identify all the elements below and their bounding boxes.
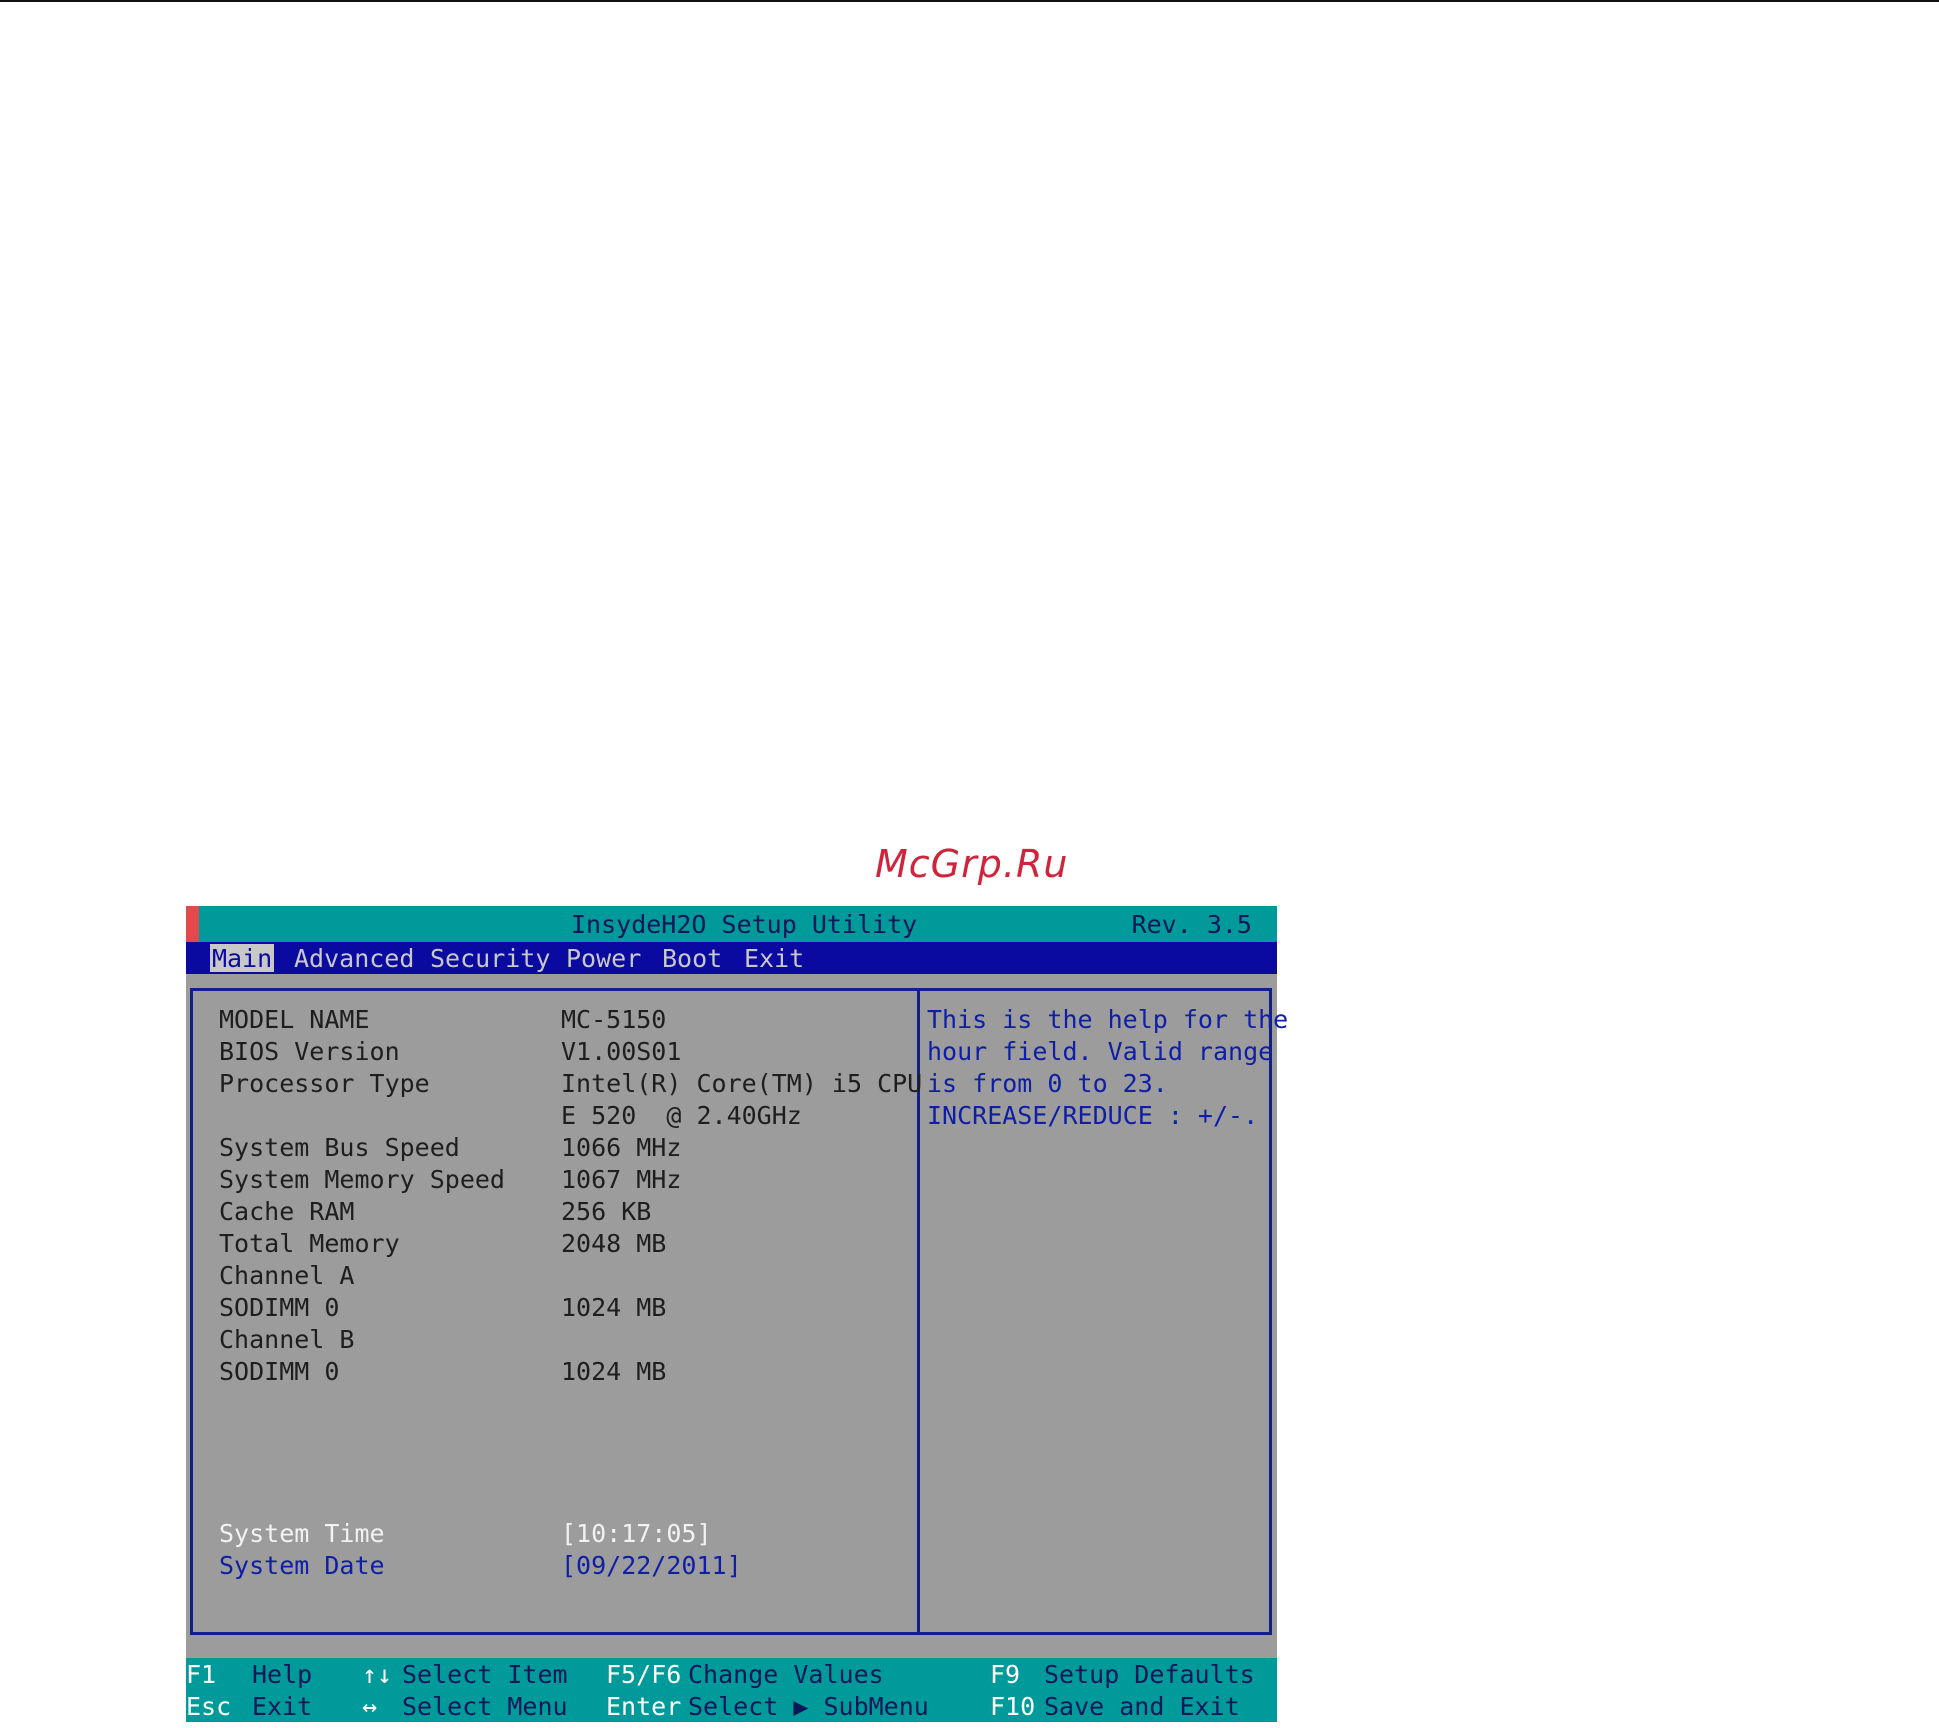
model-name-value: MC-5150 [561, 1005, 667, 1034]
revision-label: Rev. 3.5 [1131, 910, 1252, 939]
setup-defaults-action: Setup Defaults [1044, 1660, 1255, 1689]
cache-ram-label: Cache RAM [219, 1197, 355, 1226]
help-line: INCREASE/REDUCE : +/-. [927, 1101, 1259, 1130]
channel-b-sodimm-value: 1024 MB [561, 1357, 667, 1386]
help-line: hour field. Valid range [927, 1037, 1274, 1066]
channel-a-sodimm-label: SODIMM 0 [219, 1293, 340, 1322]
system-memory-speed-label: System Memory Speed [219, 1165, 505, 1194]
total-memory-value: 2048 MB [561, 1229, 667, 1258]
channel-b-sodimm-label: SODIMM 0 [219, 1357, 340, 1386]
change-values-action: Change Values [688, 1660, 884, 1689]
select-menu-action: Select Menu [402, 1692, 568, 1721]
title-bar-marker [186, 906, 199, 942]
select-submenu-action: Select ▶ SubMenu [688, 1692, 929, 1721]
exit-action: Exit [252, 1692, 313, 1721]
title-bar: InsydeH2O Setup Utility Rev. 3.5 [186, 906, 1277, 942]
system-date-label[interactable]: System Date [219, 1551, 385, 1580]
panel-frame: MODEL NAME MC-5150 BIOS Version V1.00S01… [190, 988, 1288, 1635]
help-line: is from 0 to 23. [927, 1069, 1168, 1098]
processor-type-value-cont: E 520 @ 2.40GHz [561, 1101, 802, 1130]
system-time-field[interactable]: [10:17:05] [561, 1519, 712, 1548]
system-time-label[interactable]: System Time [219, 1519, 385, 1548]
bios-screen: InsydeH2O Setup Utility Rev. 3.5 Main Ad… [186, 906, 1288, 1722]
f1-key: F1 [186, 1660, 217, 1689]
tab-main[interactable]: Main [210, 944, 275, 973]
up-down-arrows-icon: ↑↓ [362, 1660, 393, 1689]
processor-type-label: Processor Type [219, 1069, 430, 1098]
select-item-action: Select Item [402, 1660, 568, 1689]
processor-type-value: Intel(R) Core(TM) i5 CPU [561, 1069, 923, 1098]
system-memory-speed-value: 1067 MHz [561, 1165, 682, 1194]
channel-b-label: Channel B [219, 1325, 355, 1354]
f9-key: F9 [990, 1660, 1021, 1689]
help-line: This is the help for the [927, 1005, 1289, 1034]
save-and-exit-action: Save and Exit [1044, 1692, 1240, 1721]
cache-ram-value: 256 KB [561, 1197, 652, 1226]
system-bus-speed-label: System Bus Speed [219, 1133, 460, 1162]
tab-exit[interactable]: Exit [742, 944, 806, 973]
enter-key: Enter [606, 1692, 682, 1721]
system-bus-speed-value: 1066 MHz [561, 1133, 682, 1162]
tab-power[interactable]: Power [564, 944, 643, 973]
key-help-footer: F1 Help ↑↓ Select Item F5/F6 Change Valu… [186, 1658, 1277, 1722]
tab-boot[interactable]: Boot [660, 944, 724, 973]
esc-key: Esc [186, 1692, 232, 1721]
f5-f6-key: F5/F6 [606, 1660, 682, 1689]
channel-a-sodimm-value: 1024 MB [561, 1293, 667, 1322]
f10-key: F10 [990, 1692, 1036, 1721]
model-name-label: MODEL NAME [219, 1005, 370, 1034]
system-date-field[interactable]: [09/22/2011] [561, 1551, 742, 1580]
bios-version-label: BIOS Version [219, 1037, 400, 1066]
tab-advanced[interactable]: Advanced [292, 944, 416, 973]
menu-bar: Main Advanced Security Power Boot Exit [186, 942, 1277, 974]
setup-utility-title: InsydeH2O Setup Utility [571, 910, 918, 939]
main-panel: MODEL NAME MC-5150 BIOS Version V1.00S01… [186, 974, 1288, 1658]
help-action: Help [252, 1660, 313, 1689]
left-right-arrows-icon: ↔ [362, 1692, 378, 1721]
page-top-rule [0, 0, 1939, 2]
watermark: McGrp.Ru [875, 842, 1069, 886]
tab-security[interactable]: Security [428, 944, 552, 973]
bios-version-value: V1.00S01 [561, 1037, 682, 1066]
total-memory-label: Total Memory [219, 1229, 400, 1258]
channel-a-label: Channel A [219, 1261, 355, 1290]
